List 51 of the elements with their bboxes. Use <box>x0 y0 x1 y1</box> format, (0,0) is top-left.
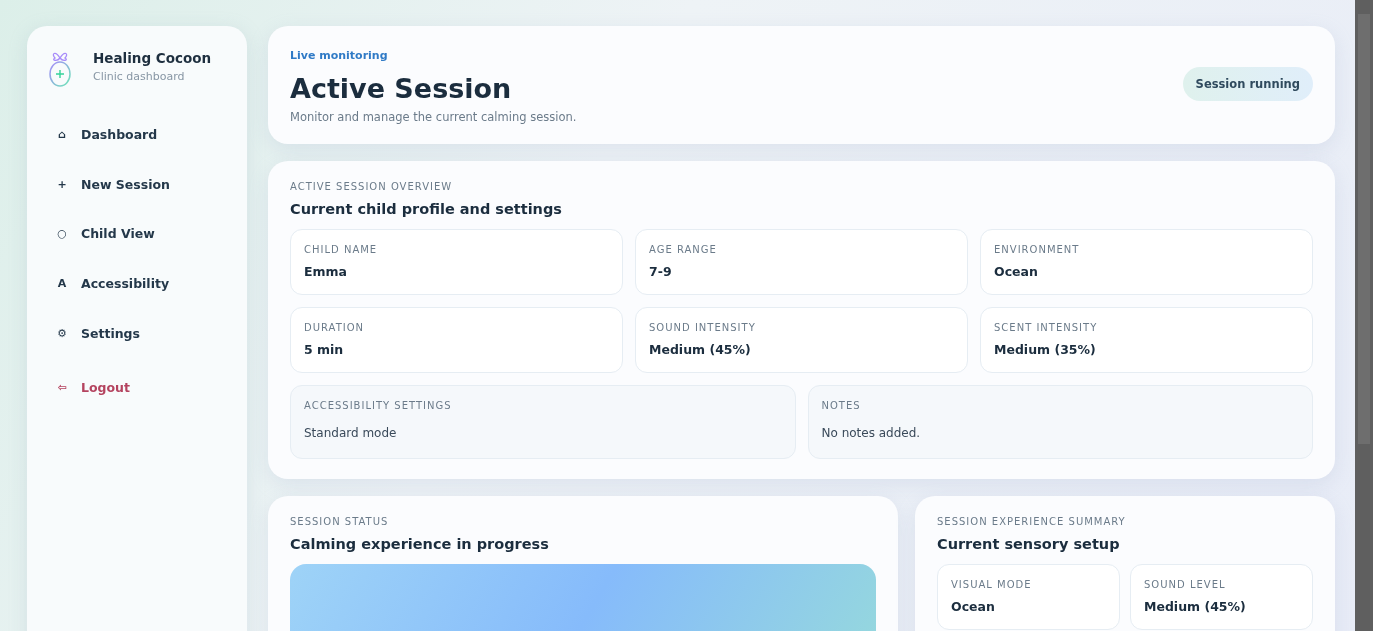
nav-item-icon: + <box>55 177 69 191</box>
tile-value: Medium (35%) <box>994 342 1097 357</box>
section-title: Calming experience in progress <box>290 536 550 552</box>
brand-name: Healing Cocoon <box>93 50 212 66</box>
nav-item-icon: A <box>55 277 69 291</box>
tile-value: 5 min <box>304 342 345 357</box>
tile-value: Standard mode <box>304 426 398 440</box>
tile-label: NOTES <box>821 400 862 411</box>
nav-item-icon: ⇦ <box>55 381 69 395</box>
status-badge: Session running <box>1182 67 1313 101</box>
scrollbar[interactable] <box>1355 0 1373 631</box>
section-eyebrow: SESSION EXPERIENCE SUMMARY <box>937 516 1127 527</box>
tile-value: Ocean <box>994 264 1039 279</box>
tile-label: SOUND LEVEL <box>1144 579 1227 590</box>
nav-item-icon: ⚙ <box>55 326 69 340</box>
nav-item[interactable]: A Accessibility <box>47 258 247 309</box>
tile-label: CHILD NAME <box>304 244 379 255</box>
tile-label: SOUND INTENSITY <box>649 322 757 333</box>
nav-item[interactable]: ⇦ Logout <box>47 362 247 413</box>
tile-value: 7-9 <box>649 264 673 279</box>
tile-value: Emma <box>304 264 349 279</box>
page-subtitle: Monitor and manage the current calming session. <box>290 110 577 124</box>
tile-label: ACCESSIBILITY SETTINGS <box>304 400 453 411</box>
tile-label: SCENT INTENSITY <box>994 322 1099 333</box>
nav-item-label: Accessibility <box>81 276 170 292</box>
nav-item[interactable]: ⌂ Dashboard <box>47 110 247 160</box>
tile-label: AGE RANGE <box>649 244 718 255</box>
tile-value: Medium (45%) <box>649 342 752 357</box>
section-title: Current sensory setup <box>937 536 1121 552</box>
tile-value: No notes added. <box>821 426 922 440</box>
tile-label: VISUAL MODE <box>951 579 1033 590</box>
tile-label: ENVIRONMENT <box>994 244 1081 255</box>
nav-item[interactable]: ○ Child View <box>47 209 247 259</box>
tile-value: Ocean <box>951 599 996 614</box>
brand-subtitle: Clinic dashboard <box>93 70 186 83</box>
nav-item-label: Child View <box>81 226 155 242</box>
eyebrow-label: Live monitoring <box>290 49 388 62</box>
tile-value: Medium (45%) <box>1144 599 1247 614</box>
section-eyebrow: ACTIVE SESSION OVERVIEW <box>290 181 454 192</box>
page-title: Active Session <box>290 73 513 104</box>
nav-item[interactable]: ⚙ Settings <box>47 308 247 358</box>
nav-item-icon: ○ <box>55 227 69 241</box>
nav-item[interactable]: + New Session <box>47 159 247 210</box>
nav-item-label: Logout <box>81 380 130 396</box>
tile-label: DURATION <box>304 322 366 333</box>
nav-item-label: New Session <box>81 176 170 192</box>
section-title: Current child profile and settings <box>290 201 563 217</box>
nav-item-icon: ⌂ <box>55 128 69 142</box>
nav-item-label: Dashboard <box>81 127 158 143</box>
section-eyebrow: SESSION STATUS <box>290 516 390 527</box>
nav-item-label: Settings <box>81 325 140 341</box>
